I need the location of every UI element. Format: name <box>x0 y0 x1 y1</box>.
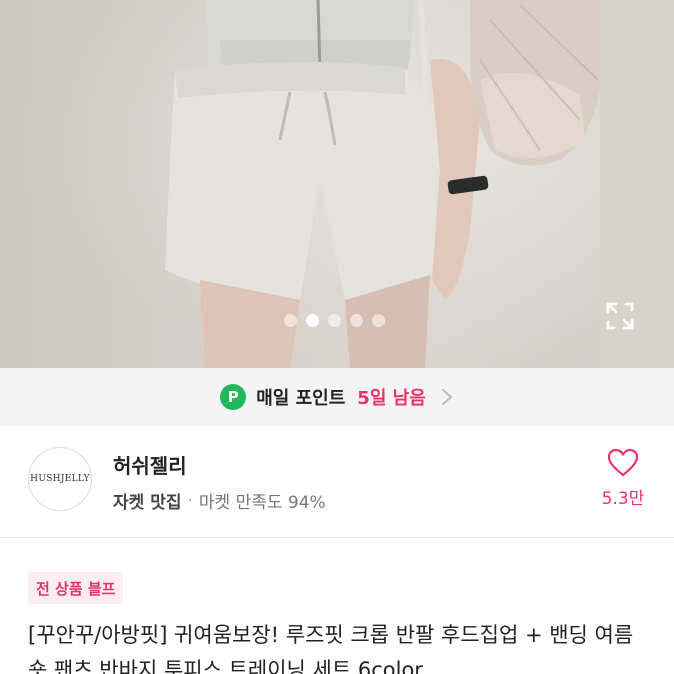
points-badge-icon: P <box>220 384 247 410</box>
pagination-dot[interactable] <box>284 313 297 327</box>
pagination-dot[interactable] <box>372 313 385 327</box>
expand-image-button[interactable] <box>602 298 638 334</box>
pagination-dot-active[interactable] <box>306 313 319 327</box>
meta-separator: · <box>187 490 193 511</box>
gallery-pagination <box>284 313 385 327</box>
shop-name[interactable]: 허쉬젤리 <box>113 450 187 479</box>
shop-tag: 자켓 맛집 <box>113 493 182 513</box>
pagination-dot[interactable] <box>328 313 341 327</box>
expand-icon <box>606 302 634 330</box>
shop-logo[interactable]: HUSHJELLY <box>28 447 92 511</box>
shop-like-button[interactable]: 5.3만 <box>594 448 652 514</box>
daily-points-banner[interactable]: P 매일 포인트 5일 남음 <box>0 368 674 426</box>
shop-info-row <box>0 426 674 538</box>
market-satisfaction: 마켓 만족도 94% <box>198 493 326 513</box>
points-label: 매일 포인트 <box>256 388 346 409</box>
like-count: 5.3만 <box>601 489 645 509</box>
points-remaining-days: 5일 남음 <box>357 388 426 409</box>
shop-logo-text: HUSHJELLY <box>30 474 90 484</box>
shop-meta: 자켓 맛집 · 마켓 만족도 94% <box>113 488 326 514</box>
pagination-dot[interactable] <box>350 313 363 327</box>
product-title: [꾸안꾸/아방핏] 귀여움보장! 루즈핏 크롭 반팔 후드집업 + 밴딩 여름 … <box>28 623 634 674</box>
chevron-right-icon <box>441 389 453 405</box>
promo-badge: 전 상품 블프 <box>28 572 124 604</box>
product-image-gallery[interactable] <box>0 0 674 368</box>
heart-icon <box>607 448 639 477</box>
